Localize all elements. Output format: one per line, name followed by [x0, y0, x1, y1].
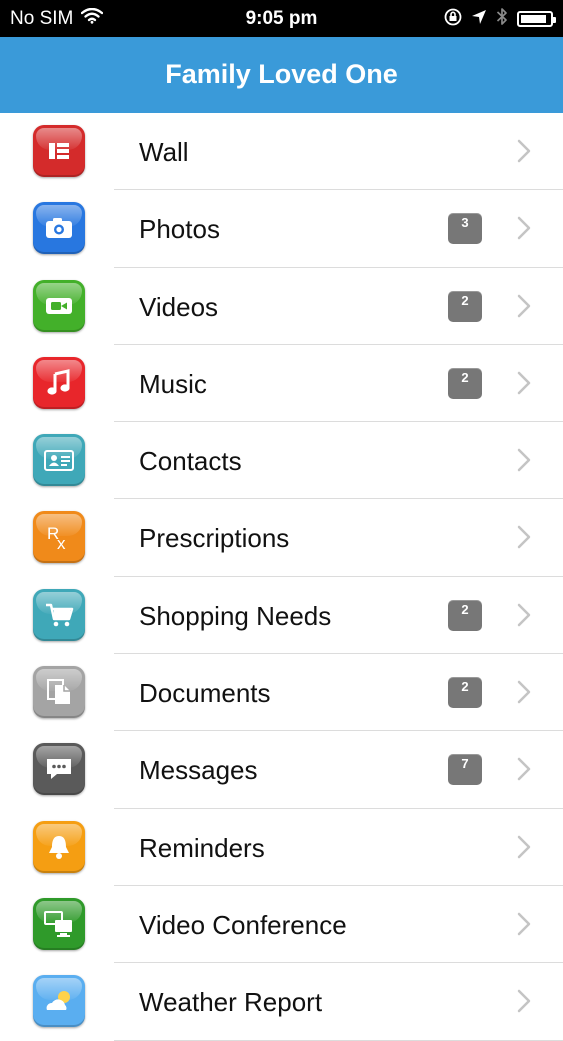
count-badge-value: 2 [461, 369, 469, 385]
count-badge: 2 [448, 367, 482, 399]
menu-item-label: Reminders [139, 832, 265, 863]
chevron-right-icon [517, 294, 531, 323]
menu-item-contacts[interactable]: Contacts [0, 422, 563, 500]
svg-text:x: x [57, 534, 66, 552]
navigation-bar: Family Loved One [0, 37, 563, 113]
chevron-right-icon [517, 757, 531, 786]
bluetooth-icon [496, 7, 508, 31]
menu-item-label: Shopping Needs [139, 600, 332, 631]
menu-item-videos[interactable]: Videos 2 [0, 268, 563, 345]
chevron-right-icon [517, 525, 531, 554]
count-badge-value: 2 [461, 292, 469, 308]
count-badge-value: 2 [461, 679, 469, 695]
page-title: Family Loved One [165, 59, 398, 89]
music-note-icon [33, 356, 85, 409]
weather-icon [33, 975, 85, 1028]
menu-item-music[interactable]: Music 2 [0, 345, 563, 423]
status-bar: No SIM 9:05 pm [0, 0, 563, 37]
count-badge-value: 3 [461, 215, 469, 231]
chevron-right-icon [517, 912, 531, 941]
menu-list: Wall Photos 3 Videos 2 Music 2 Contacts Rx Prescr… [0, 113, 563, 1041]
video-camera-icon [33, 279, 85, 332]
row-divider [114, 1039, 563, 1041]
chevron-right-icon [517, 835, 531, 864]
count-badge: 3 [448, 213, 482, 245]
menu-item-label: Documents [139, 678, 271, 709]
menu-item-label: Prescriptions [139, 523, 290, 554]
chevron-right-icon [517, 448, 531, 477]
count-badge: 2 [448, 599, 482, 631]
location-arrow-icon [471, 9, 487, 30]
menu-item-label: Music [139, 368, 207, 399]
menu-item-label: Messages [139, 755, 258, 786]
bell-icon [33, 820, 85, 873]
count-badge: 2 [448, 290, 482, 322]
menu-item-photos[interactable]: Photos 3 [0, 190, 563, 268]
menu-item-label: Weather Report [139, 987, 323, 1018]
count-badge-value: 2 [461, 601, 469, 617]
menu-item-video-conference[interactable]: Video Conference [0, 886, 563, 964]
count-badge: 7 [448, 754, 482, 786]
menu-item-reminders[interactable]: Reminders [0, 809, 563, 886]
battery-level [521, 15, 547, 23]
menu-item-weather-report[interactable]: Weather Report [0, 963, 563, 1041]
video-conference-icon [33, 897, 85, 950]
chevron-right-icon [517, 603, 531, 632]
menu-item-shopping-needs[interactable]: Shopping Needs 2 [0, 577, 563, 655]
rx-icon: Rx [33, 511, 85, 564]
chevron-right-icon [517, 139, 531, 168]
menu-item-messages[interactable]: Messages 7 [0, 731, 563, 809]
chevron-right-icon [517, 680, 531, 709]
menu-item-label: Contacts [139, 446, 242, 477]
menu-item-label: Video Conference [139, 909, 347, 940]
wall-icon [33, 125, 85, 177]
menu-item-documents[interactable]: Documents 2 [0, 654, 563, 732]
status-right [444, 7, 556, 31]
contact-card-icon [33, 434, 85, 487]
menu-item-prescriptions[interactable]: Rx Prescriptions [0, 499, 563, 577]
menu-item-label: Photos [139, 214, 220, 245]
chevron-right-icon [517, 216, 531, 245]
message-bubble-icon [33, 743, 85, 796]
menu-item-wall[interactable]: Wall [0, 113, 563, 191]
chevron-right-icon [517, 989, 531, 1018]
chevron-right-icon [517, 371, 531, 400]
shopping-cart-icon [33, 588, 85, 641]
rotation-lock-icon [444, 8, 462, 31]
camera-icon [33, 202, 85, 255]
menu-item-label: Wall [139, 137, 189, 167]
count-badge-value: 7 [461, 756, 469, 772]
battery-icon [517, 11, 556, 27]
documents-icon [33, 666, 85, 719]
count-badge: 2 [448, 677, 482, 709]
menu-item-label: Videos [139, 291, 219, 322]
